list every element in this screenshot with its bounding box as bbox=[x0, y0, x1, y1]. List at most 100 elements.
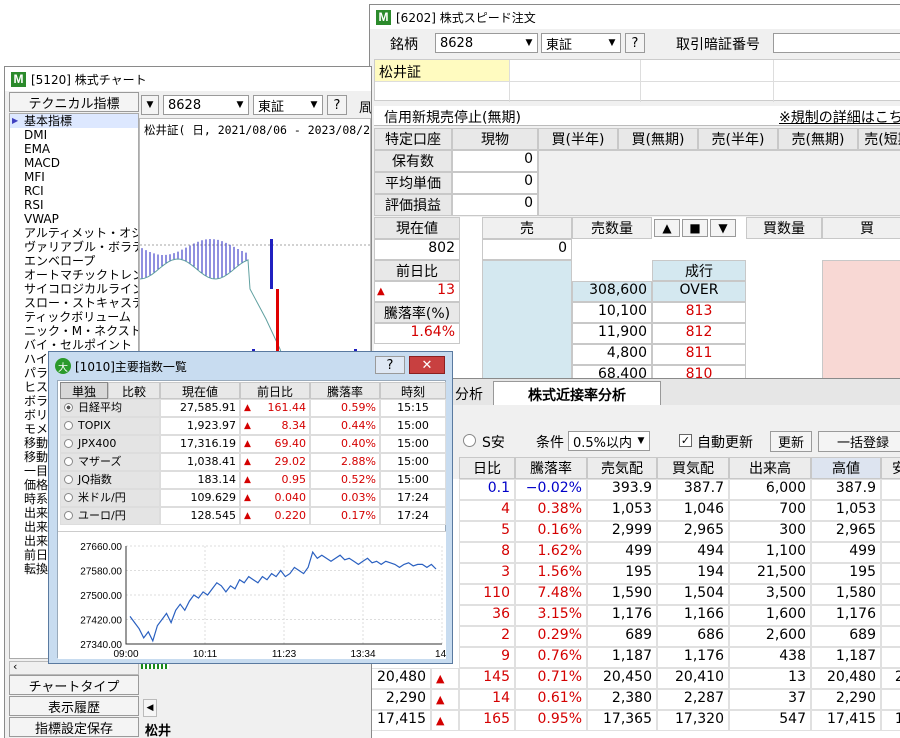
refresh-button[interactable]: 更新 bbox=[770, 431, 812, 452]
code-select[interactable]: 8628 ▼ bbox=[435, 33, 538, 53]
radio-circle-icon[interactable] bbox=[463, 434, 476, 447]
close-button[interactable]: ✕ bbox=[409, 356, 445, 374]
indicator-item[interactable]: アルティメット・オシレー bbox=[10, 226, 138, 240]
indicator-item[interactable]: サイコロジカルライン bbox=[10, 282, 138, 296]
indicator-item[interactable]: ▶ 基本指標 bbox=[10, 114, 138, 128]
rank-header-ask[interactable]: 売気配 bbox=[587, 457, 657, 479]
rank-cell-rate: 3.15% bbox=[515, 605, 587, 626]
rank-header-rate[interactable]: 騰落率 bbox=[515, 457, 587, 479]
rank-cell-rate: 1.56% bbox=[515, 563, 587, 584]
indicator-item[interactable]: スロー・ストキャスティ bbox=[10, 296, 138, 310]
technical-indicator-button[interactable]: テクニカル指標 bbox=[9, 92, 139, 112]
index-name[interactable]: ユーロ/円 bbox=[60, 507, 160, 525]
cut-label: 凮 bbox=[359, 101, 372, 116]
down-arrow-button[interactable]: ▼ bbox=[710, 219, 736, 237]
indicator-item[interactable]: ヴァリアブル・ボラティリ bbox=[10, 240, 138, 254]
rank-header-bid[interactable]: 買気配 bbox=[657, 457, 729, 479]
cond-select[interactable]: 0.5%以内 ▼ bbox=[568, 431, 650, 451]
book-price[interactable]: 810 bbox=[652, 365, 746, 378]
x-tick-label: 13:34 bbox=[350, 649, 375, 660]
chart-dropdown-button[interactable]: ▼ bbox=[141, 95, 159, 115]
rank-cell-chg: 9 bbox=[459, 647, 515, 668]
indicator-item[interactable]: MFI bbox=[10, 170, 138, 184]
index-name[interactable]: マザーズ bbox=[60, 453, 160, 471]
indicator-item[interactable]: ニック・M・ネクスト・ム bbox=[10, 324, 138, 338]
index-help-button[interactable]: ? bbox=[375, 356, 405, 374]
radio-circle-icon[interactable] bbox=[64, 439, 73, 448]
sell-column[interactable] bbox=[482, 260, 572, 378]
triangle-down-icon: ▼ bbox=[718, 221, 728, 235]
indicator-item[interactable]: ティックボリューム bbox=[10, 310, 138, 324]
book-price[interactable]: OVER bbox=[652, 281, 746, 302]
index-value: 109.629 bbox=[160, 489, 240, 507]
market-select[interactable]: 東証 ▼ bbox=[541, 33, 621, 53]
radio-selected-icon[interactable] bbox=[64, 403, 73, 412]
rank-header-high[interactable]: 高値 bbox=[811, 457, 881, 479]
help-button[interactable]: ? bbox=[625, 33, 645, 53]
save-indicator-button[interactable]: 指標設定保存 bbox=[9, 717, 139, 737]
chart-type-button[interactable]: チャートタイプ bbox=[9, 675, 139, 695]
tab-single[interactable]: 単独 bbox=[60, 382, 108, 399]
indicator-item[interactable]: RCI bbox=[10, 184, 138, 198]
regulation-link[interactable]: ※規制の詳細はこち bbox=[779, 107, 900, 127]
rank-cell-rate: 1.62% bbox=[515, 542, 587, 563]
index-name[interactable]: 日経平均 bbox=[60, 399, 160, 417]
chart-code-select[interactable]: 8628 ▼ bbox=[163, 95, 249, 115]
indicator-item[interactable]: EMA bbox=[10, 142, 138, 156]
rank-header-low[interactable]: 安値 bbox=[881, 457, 900, 479]
pin-input[interactable] bbox=[773, 33, 900, 53]
index-name[interactable]: 米ドル/円 bbox=[60, 489, 160, 507]
display-history-button[interactable]: 表示履歴 bbox=[9, 696, 139, 716]
bulk-register-button[interactable]: 一括登録 bbox=[818, 431, 900, 452]
indicator-item[interactable]: バイ・セルポイント bbox=[10, 338, 138, 352]
indicator-item[interactable]: MACD bbox=[10, 156, 138, 170]
chart-titlebar[interactable]: M [5120] 株式チャート bbox=[5, 67, 371, 91]
book-price[interactable]: 813 bbox=[652, 302, 746, 323]
scroll-left-button[interactable]: ◀ bbox=[143, 699, 157, 717]
indicator-item[interactable]: DMI bbox=[10, 128, 138, 142]
radio-circle-icon[interactable] bbox=[64, 421, 73, 430]
indicator-item[interactable]: VWAP bbox=[10, 212, 138, 226]
rank-cell-ask: 689 bbox=[587, 626, 657, 647]
book-price[interactable]: 811 bbox=[652, 344, 746, 365]
index-name[interactable]: TOPIX bbox=[60, 417, 160, 435]
rank-cell-low: 1,4 bbox=[881, 584, 900, 605]
rank-cell-vol: 6,000 bbox=[729, 479, 811, 500]
position-blank bbox=[538, 150, 900, 216]
chart-market-select[interactable]: 東証 ▼ bbox=[253, 95, 323, 115]
stop-button[interactable]: ■ bbox=[682, 219, 708, 237]
tab-prev[interactable]: 分析 bbox=[455, 384, 483, 404]
index-change: ▲ 0.220 bbox=[240, 507, 310, 525]
checkbox-icon[interactable]: ✓ bbox=[679, 434, 692, 447]
index-change: ▲ 69.40 bbox=[240, 435, 310, 453]
radio-circle-icon[interactable] bbox=[64, 457, 73, 466]
rank-cell-bid: 686 bbox=[657, 626, 729, 647]
tab-proximity[interactable]: 株式近接率分析 bbox=[493, 381, 661, 405]
rank-header-vol[interactable]: 出来高 bbox=[729, 457, 811, 479]
radio-circle-icon[interactable] bbox=[64, 475, 73, 484]
rank-cell-ask: 393.9 bbox=[587, 479, 657, 500]
index-window: 大 [1010]主要指数一覧 ? ✕ 単独 比較 現在値 前日比 騰落率 時刻 … bbox=[48, 351, 453, 664]
speed-order-titlebar[interactable]: M [6202] 株式スピード注文 bbox=[370, 5, 900, 29]
radio-circle-icon[interactable] bbox=[64, 511, 73, 520]
tab-compare[interactable]: 比較 bbox=[108, 382, 160, 399]
rank-cell-chg: 145 bbox=[459, 668, 515, 689]
market-order[interactable]: 成行 bbox=[652, 260, 746, 281]
rank-header-chg[interactable]: 日比 bbox=[459, 457, 515, 479]
chart-help-button[interactable]: ? bbox=[327, 95, 347, 115]
book-price[interactable]: 812 bbox=[652, 323, 746, 344]
index-name[interactable]: JPX400 bbox=[60, 435, 160, 453]
up-arrow-button[interactable]: ▲ bbox=[654, 219, 680, 237]
rank-cell-chg: 5 bbox=[459, 521, 515, 542]
indicator-item[interactable]: オートマチックトレンドラ bbox=[10, 268, 138, 282]
rank-cell-price: 17,415 bbox=[369, 710, 431, 731]
rank-cell-low: 385 bbox=[881, 479, 900, 500]
rank-cell-high: 195 bbox=[811, 563, 881, 584]
x-tick-label: 11:23 bbox=[272, 649, 297, 660]
index-name[interactable]: JQ指数 bbox=[60, 471, 160, 489]
buy-column[interactable] bbox=[822, 260, 900, 378]
radio-circle-icon[interactable] bbox=[64, 493, 73, 502]
indicator-item[interactable]: エンベロープ bbox=[10, 254, 138, 268]
rank-cell-rate: 0.16% bbox=[515, 521, 587, 542]
indicator-item[interactable]: RSI bbox=[10, 198, 138, 212]
